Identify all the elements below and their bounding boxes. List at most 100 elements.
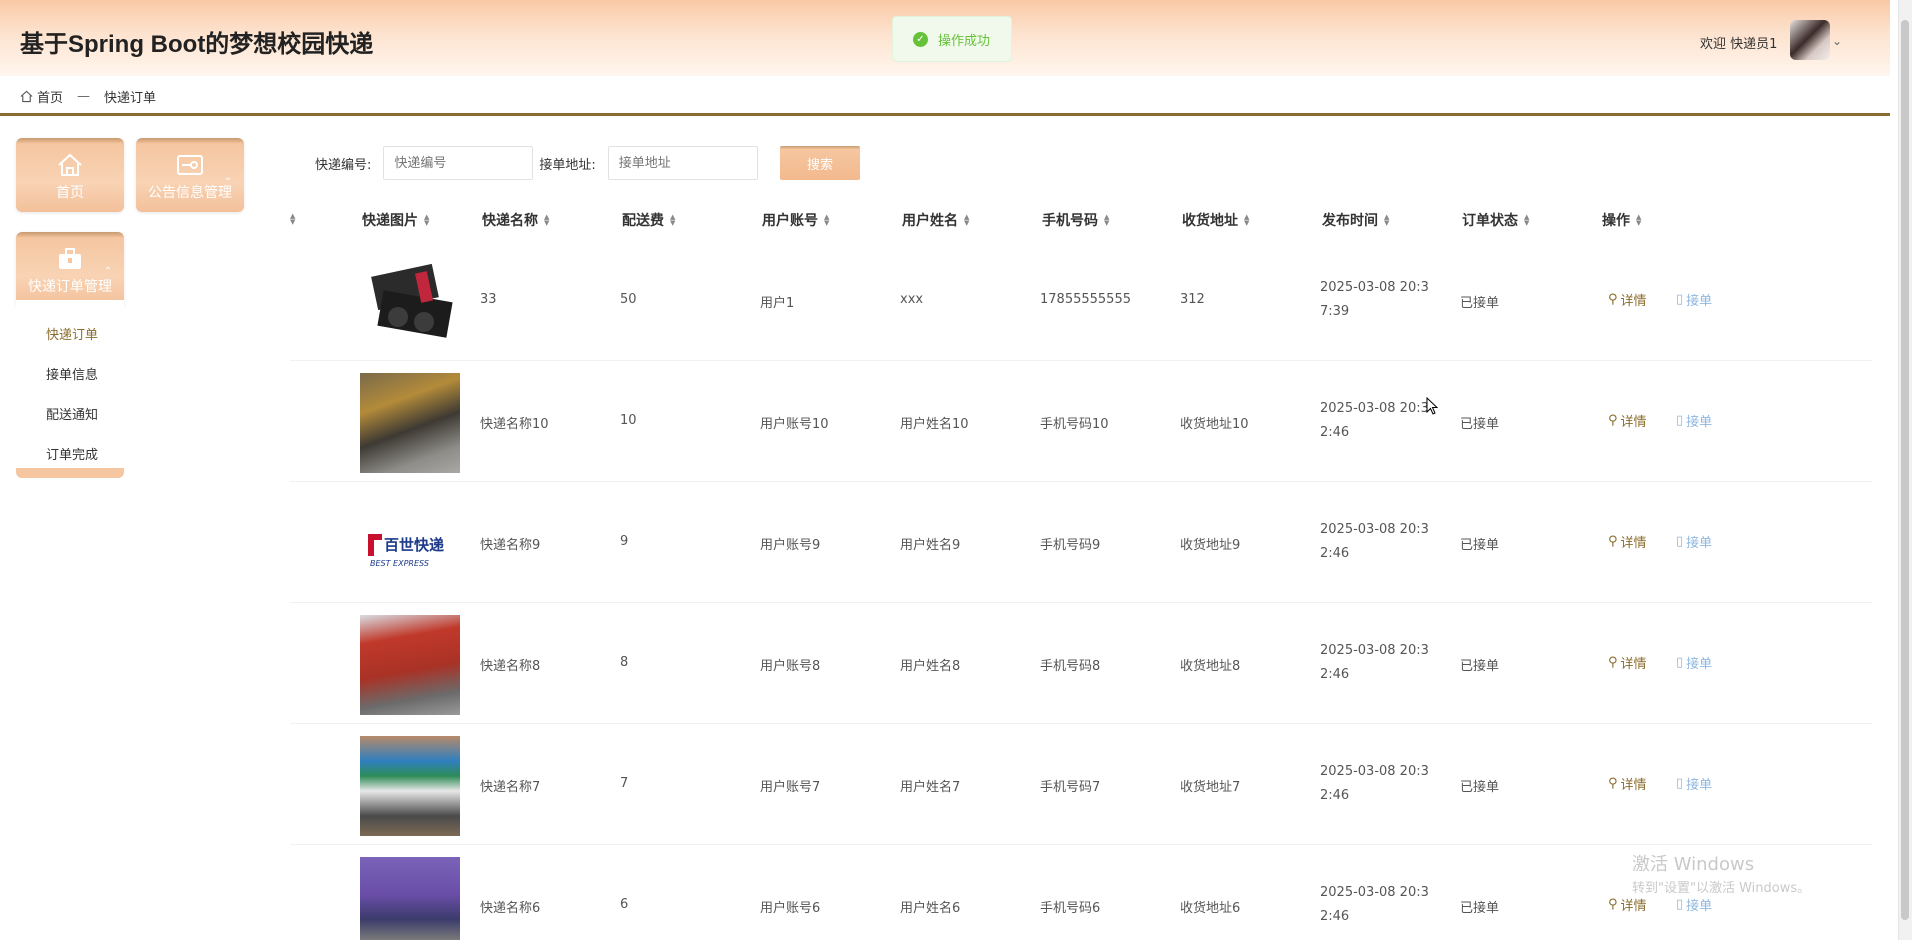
cell-account: 用户账号10 <box>760 417 829 432</box>
detail-button[interactable]: ⚲ 详情 <box>1608 653 1647 672</box>
accept-order-button[interactable]: ▯ 接单 <box>1676 411 1712 430</box>
clipboard-icon: ▯ <box>1676 413 1684 428</box>
cell-fee: 8 <box>620 655 629 670</box>
cell-phone: 手机号码8 <box>1040 659 1101 674</box>
col-header-name[interactable]: 快递名称 ▲ ▼ <box>482 210 549 230</box>
briefcase-icon <box>59 248 81 269</box>
cell-fee: 7 <box>620 776 629 791</box>
welcome-text: 欢迎 快递员1 <box>1700 37 1778 52</box>
cell-name: 33 <box>480 292 497 307</box>
table-row: 33 50 用户1 xxx 17855555555 312 2025-03-08… <box>290 240 1872 361</box>
cell-name: 快递名称7 <box>480 780 541 795</box>
clipboard-icon: ▯ <box>1676 655 1684 670</box>
sort-icon: ▲ ▼ <box>424 213 430 227</box>
address-label: 接单地址: <box>539 157 596 173</box>
search-button[interactable]: 搜索 <box>780 146 860 180</box>
cell-account: 用户账号8 <box>760 659 821 674</box>
cell-name: 快递名称10 <box>480 417 549 432</box>
sort-icon: ▲ ▼ <box>964 213 970 227</box>
table-row: 快递名称7 7 用户账号7 用户姓名7 手机号码7 收货地址7 2025-03-… <box>290 724 1872 845</box>
package-image <box>360 373 460 473</box>
sort-icon: ▲ ▼ <box>824 213 830 227</box>
sidebar-tile-order-manage[interactable]: 快递订单管理 ⌃ <box>16 232 124 306</box>
submenu-item-order-complete[interactable]: 订单完成 <box>46 444 98 463</box>
col-header-address[interactable]: 收货地址 ▲ ▼ <box>1182 210 1249 230</box>
col-header-image[interactable]: 快递图片 ▲ ▼ <box>362 210 429 230</box>
mouse-cursor-icon <box>1426 397 1438 415</box>
cell-time: 2025-03-08 20:32:46 <box>1320 885 1429 924</box>
submenu-item-orders[interactable]: 快递订单 <box>46 324 98 343</box>
cell-address: 收货地址8 <box>1180 659 1241 674</box>
table-header: ▲ ▼ 快递图片 ▲ ▼ 快递名称 ▲ ▼ 配送费 ▲ ▼ 用户账号 ▲ ▼ 用户姓名 ▲ ▼ 手机号… <box>290 200 1872 240</box>
cell-address: 收货地址7 <box>1180 780 1241 795</box>
cell-username: xxx <box>900 292 924 307</box>
home-icon <box>58 153 82 176</box>
check-circle-icon: ✓ <box>913 31 928 47</box>
package-image <box>360 615 460 715</box>
cell-name: 快递名称9 <box>480 538 541 553</box>
sort-icon: ▲ ▼ <box>544 213 550 227</box>
sidebar-tile-home[interactable]: 首页 <box>16 138 124 212</box>
svg-text:百世快递: 百世快递 <box>384 536 444 554</box>
breadcrumb-home[interactable]: 首页 <box>37 87 63 106</box>
submenu-item-accept-info[interactable]: 接单信息 <box>46 364 98 383</box>
accept-order-button[interactable]: ▯ 接单 <box>1676 290 1712 309</box>
sidebar-tile-label: 首页 <box>56 185 84 201</box>
chevron-down-icon[interactable]: ⌄ <box>1832 34 1842 48</box>
cell-fee: 50 <box>620 292 637 307</box>
breadcrumb-current: 快递订单 <box>104 91 157 106</box>
cell-username: 用户姓名9 <box>900 538 961 553</box>
sidebar-tile-notice[interactable]: 公告信息管理 ⌄ <box>136 138 244 212</box>
col-header-fee[interactable]: 配送费 ▲ ▼ <box>622 210 675 230</box>
cell-address: 收货地址10 <box>1180 417 1249 432</box>
accept-order-button[interactable]: ▯ 接单 <box>1676 774 1712 793</box>
detail-button[interactable]: ⚲ 详情 <box>1608 895 1647 914</box>
cell-name: 快递名称8 <box>480 659 541 674</box>
cell-username: 用户姓名10 <box>900 417 969 432</box>
submenu-footer <box>16 468 124 478</box>
cell-status: 已接单 <box>1460 417 1500 432</box>
cell-name: 快递名称6 <box>480 901 541 916</box>
toast-text: 操作成功 <box>938 33 991 49</box>
accept-order-button[interactable]: ▯ 接单 <box>1676 653 1712 672</box>
package-image <box>360 736 460 836</box>
avatar[interactable] <box>1790 20 1830 60</box>
top-header: 基于Spring Boot的梦想校园快递 ✓ 操作成功 欢迎 快递员1 ⌄ <box>0 0 1890 76</box>
code-label: 快递编号: <box>315 157 372 173</box>
cell-fee: 9 <box>620 534 629 549</box>
success-toast: ✓ 操作成功 <box>892 16 1012 62</box>
sort-icon[interactable]: ▲ ▼ <box>290 213 295 226</box>
cell-time: 2025-03-08 20:32:46 <box>1320 764 1429 803</box>
chevron-up-icon: ⌃ <box>103 266 112 277</box>
cell-username: 用户姓名8 <box>900 659 961 674</box>
address-input[interactable] <box>607 146 758 180</box>
detail-button[interactable]: ⚲ 详情 <box>1608 774 1647 793</box>
col-header-username[interactable]: 用户姓名 ▲ ▼ <box>902 210 969 230</box>
col-header-actions[interactable]: 操作 ▲ ▼ <box>1602 210 1641 230</box>
detail-button[interactable]: ⚲ 详情 <box>1608 411 1647 430</box>
col-header-account[interactable]: 用户账号 ▲ ▼ <box>762 210 829 230</box>
search-form: 快递编号: 接单地址: <box>315 146 758 180</box>
detail-button[interactable]: ⚲ 详情 <box>1608 290 1647 309</box>
col-header-status[interactable]: 订单状态 ▲ ▼ <box>1462 210 1529 230</box>
sort-icon: ▲ ▼ <box>1524 213 1530 227</box>
activation-watermark-title: 激活 Windows <box>1632 854 1755 875</box>
submenu-item-delivery-notice[interactable]: 配送通知 <box>46 404 98 423</box>
cell-account: 用户1 <box>760 296 795 311</box>
accept-order-button[interactable]: ▯ 接单 <box>1676 895 1712 914</box>
cell-account: 用户账号9 <box>760 538 821 553</box>
cell-status: 已接单 <box>1460 538 1500 553</box>
col-header-time[interactable]: 发布时间 ▲ ▼ <box>1322 210 1389 230</box>
cell-username: 用户姓名7 <box>900 780 961 795</box>
col-header-phone[interactable]: 手机号码 ▲ ▼ <box>1042 210 1109 230</box>
search-icon: ⚲ <box>1608 655 1618 670</box>
code-input[interactable] <box>383 146 534 180</box>
detail-button[interactable]: ⚲ 详情 <box>1608 532 1647 551</box>
breadcrumb-separator: — <box>77 89 91 104</box>
accept-order-button[interactable]: ▯ 接单 <box>1676 532 1712 551</box>
search-icon: ⚲ <box>1608 534 1618 549</box>
cell-phone: 手机号码10 <box>1040 417 1109 432</box>
cell-fee: 10 <box>620 413 637 428</box>
sort-icon: ▲ ▼ <box>1244 213 1250 227</box>
scrollbar-thumb[interactable] <box>1901 20 1909 920</box>
